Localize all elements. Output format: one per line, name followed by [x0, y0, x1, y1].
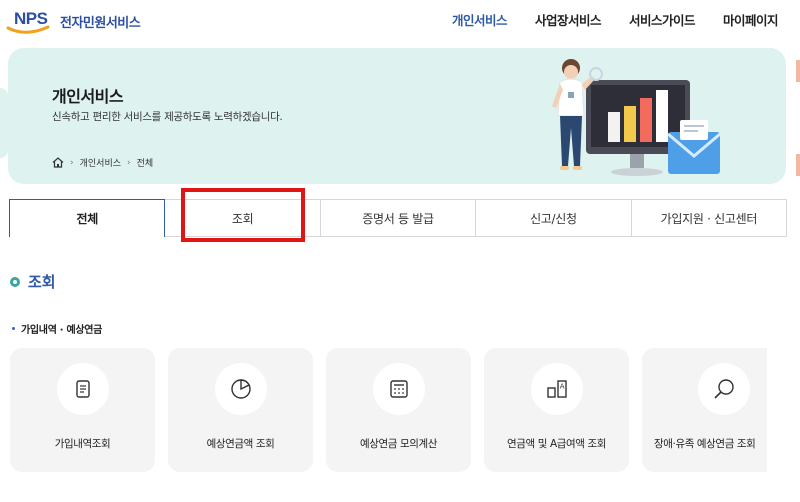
nav-item-business[interactable]: 사업장서비스: [521, 10, 615, 29]
section-heading: 조회: [10, 271, 56, 292]
card-icon-circle: [698, 363, 750, 415]
card-enrollment-history[interactable]: 가입내역조회: [10, 348, 155, 472]
breadcrumb-separator: ›: [70, 157, 74, 168]
nav-item-personal[interactable]: 개인서비스: [438, 10, 521, 29]
tab-all[interactable]: 전체: [9, 199, 166, 237]
card-disability-survivor[interactable]: 장애·유족 예상연금 조회: [642, 348, 767, 472]
document-icon: [75, 380, 90, 398]
bar-a-icon: A: [546, 380, 567, 398]
card-icon-circle: A: [530, 363, 583, 415]
card-label: 가입내역조회: [54, 438, 111, 450]
logo-swoosh-icon: [6, 25, 50, 34]
card-icon-circle: [372, 363, 425, 415]
hero-banner: 개인서비스 신속하고 편리한 서비스를 제공하도록 노력하겠습니다. › 개인서…: [8, 48, 786, 184]
nps-logo-mark: NPS: [6, 6, 60, 36]
nav-item-mypage[interactable]: 마이페이지: [709, 10, 792, 29]
pie-chart-icon: [230, 379, 251, 399]
main-nav: 개인서비스 사업장서비스 서비스가이드 마이페이지: [438, 10, 792, 29]
card-icon-circle: [214, 363, 267, 415]
card-label: 연금액 및 A급여액 조회: [507, 438, 606, 450]
breadcrumb-separator: ›: [127, 157, 131, 168]
magnifier-icon: [714, 379, 734, 399]
section-title: 조회: [28, 273, 56, 291]
hero-illustration: [552, 59, 721, 176]
card-label: 예상연금 모의계산: [359, 438, 438, 450]
breadcrumb-item-all: 전체: [136, 159, 154, 169]
hero-description: 신속하고 편리한 서비스를 제공하도록 노력하겠습니다.: [52, 111, 283, 123]
card-pension-simulation[interactable]: 예상연금 모의계산: [326, 348, 471, 472]
tab-inquiry[interactable]: 조회: [165, 199, 321, 237]
tab-report[interactable]: 신고/신청: [476, 199, 632, 237]
card-icon-circle: [56, 363, 109, 415]
card-label: 예상연금액 조회: [206, 438, 275, 450]
card-pension-a-amount[interactable]: A 연금액 및 A급여액 조회: [484, 348, 629, 472]
hero-notch: [0, 88, 8, 158]
category-tabs: 전체 조회 증명서 등 발급 신고/신청 가입지원 · 신고센터: [9, 199, 788, 237]
card-label: 장애·유족 예상연금 조회: [654, 438, 756, 450]
tab-support[interactable]: 가입지원 · 신고센터: [631, 199, 788, 237]
breadcrumb-item-personal[interactable]: 개인서비스: [80, 156, 121, 169]
section-bullet-icon: [10, 276, 20, 287]
home-icon[interactable]: [52, 157, 64, 168]
page-title: 개인서비스: [52, 87, 124, 106]
tab-certificate[interactable]: 증명서 등 발급: [320, 199, 477, 237]
logo-text: 전자민원서비스: [60, 15, 141, 31]
card-expected-pension[interactable]: 예상연금액 조회: [168, 348, 313, 472]
calculator-icon: [389, 380, 408, 398]
breadcrumb: › 개인서비스 › 전체: [52, 156, 153, 169]
nps-logo[interactable]: NPS 전자민원서비스: [6, 6, 141, 36]
right-edge-decoration: [796, 60, 800, 176]
service-card-list: 가입내역조회 예상연금액 조회 예상연금 모의계산 A 연금액 및 A급여액 조…: [10, 348, 767, 472]
subsection-title: 가입내역 · 예상연금: [21, 325, 103, 336]
nav-item-guide[interactable]: 서비스가이드: [615, 10, 709, 29]
svg-text:A: A: [559, 383, 564, 391]
site-header: NPS 전자민원서비스 개인서비스 사업장서비스 서비스가이드 마이페이지: [0, 0, 800, 40]
subsection-heading: 가입내역 · 예상연금: [12, 321, 102, 336]
subsection-bullet-icon: [12, 327, 15, 330]
